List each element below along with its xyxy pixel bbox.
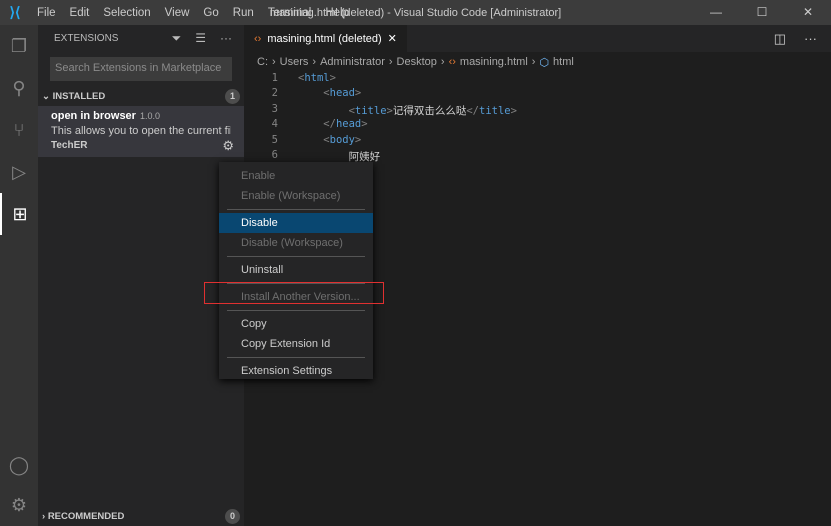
filter-icon[interactable]: ⏷	[172, 31, 182, 46]
chevron-down-icon: ⌄	[42, 90, 53, 102]
installed-section-header[interactable]: ⌄ INSTALLED 1	[38, 86, 244, 106]
menu-help[interactable]: Help	[325, 7, 349, 19]
extension-search-input[interactable]: Search Extensions in Marketplace	[50, 57, 232, 81]
menu-go[interactable]: Go	[203, 7, 218, 19]
tab-masining-html[interactable]: ‹› masining.html (deleted) ✕	[244, 25, 407, 52]
context-menu-item-disable-workspace: Disable (Workspace)	[241, 237, 343, 249]
menu-edit[interactable]: Edit	[70, 7, 90, 19]
close-icon[interactable]: ✕	[785, 0, 831, 25]
account-icon[interactable]: ◯	[0, 444, 38, 486]
chevron-right-icon: ›	[440, 56, 445, 68]
menu-view[interactable]: View	[165, 7, 190, 19]
extension-version: 1.0.0	[139, 111, 160, 121]
extensions-sidebar: EXTENSIONS ⏷ ☰ ··· Search Extensions in …	[38, 25, 244, 526]
html-file-icon: ‹›	[448, 56, 456, 68]
breadcrumb-item[interactable]: Administrator	[320, 56, 385, 68]
recommended-count-badge: 0	[225, 508, 240, 524]
code-line: 4 </head>	[244, 118, 831, 133]
extensions-icon[interactable]: ⊞	[0, 193, 38, 235]
tab-label: masining.html (deleted)	[267, 32, 382, 45]
minimize-icon[interactable]: —	[693, 0, 739, 25]
menu-file[interactable]: File	[37, 7, 56, 19]
context-menu-item-enable: Enable	[241, 170, 276, 182]
code-line: 2 <head>	[244, 87, 831, 102]
manage-gear-icon[interactable]: ⚙	[222, 138, 234, 154]
context-menu-item-disable[interactable]: Disable	[219, 213, 373, 233]
html-file-icon: ‹›	[254, 32, 262, 45]
more-actions-icon[interactable]: ···	[220, 31, 232, 46]
extension-description: This allows you to open the current fil.…	[51, 125, 231, 137]
installed-count-badge: 1	[225, 88, 240, 104]
breadcrumb-item[interactable]: html	[553, 56, 574, 68]
element-icon: ⬡	[539, 56, 550, 69]
title-bar: ⟩⟨ File Edit Selection View Go Run Terminal Hel…	[0, 0, 831, 25]
breadcrumb: C: › Users › Administrator › Desktop › ‹› masinin…	[244, 52, 831, 72]
line-number: 1	[271, 72, 278, 84]
extension-name: open in browser	[51, 110, 136, 122]
clear-icon[interactable]: ☰	[195, 31, 206, 46]
context-menu-item-copy[interactable]: Copy	[219, 314, 373, 334]
breadcrumb-item[interactable]: Desktop	[397, 56, 437, 68]
menu-separator	[227, 256, 365, 257]
recommended-label: RECOMMENDED	[47, 510, 125, 522]
menu-separator	[227, 209, 365, 210]
more-actions-icon[interactable]: ···	[804, 31, 817, 46]
extension-item[interactable]: open in browser 1.0.0 This allows you to …	[38, 106, 244, 157]
breadcrumb-item[interactable]: C:	[257, 56, 268, 68]
code-text: </head>	[323, 118, 368, 131]
installed-label: INSTALLED	[52, 90, 106, 102]
search-icon[interactable]: ⚲	[0, 67, 38, 109]
menu-separator	[227, 310, 365, 311]
line-number: 5	[271, 133, 278, 146]
extension-author: TechER	[51, 140, 88, 151]
code-text: <head>	[323, 87, 362, 100]
breadcrumb-item[interactable]: Users	[280, 56, 309, 68]
code-line: 1 <html>	[244, 72, 831, 87]
menu-separator	[227, 357, 365, 358]
code-line: 5 <body>	[244, 134, 831, 149]
code-line: 3 <title>记得双击么么哒</title>	[244, 103, 831, 118]
chevron-right-icon: ›	[531, 56, 536, 68]
line-number: 2	[271, 87, 278, 100]
highlight-box	[204, 282, 384, 304]
chevron-right-icon: ›	[272, 56, 276, 68]
sidebar-title: EXTENSIONS	[54, 33, 119, 44]
chevron-right-icon: ›	[312, 56, 317, 68]
chevron-right-icon: ›	[388, 56, 393, 68]
recommended-section-header[interactable]: › RECOMMENDED 0	[38, 506, 244, 526]
menu-terminal[interactable]: Terminal	[268, 7, 311, 19]
menu-run[interactable]: Run	[233, 7, 254, 19]
maximize-icon[interactable]: ☐	[739, 0, 785, 25]
context-menu-item-extension-settings[interactable]: Extension Settings	[219, 361, 373, 381]
split-editor-icon[interactable]: ◫	[774, 31, 786, 47]
explorer-icon[interactable]: ❐	[0, 25, 38, 67]
menu-selection[interactable]: Selection	[103, 7, 150, 19]
source-control-icon[interactable]: ⑂	[0, 109, 38, 151]
breadcrumb-item[interactable]: masining.html	[460, 56, 528, 68]
settings-gear-icon[interactable]: ⚙	[0, 484, 38, 526]
run-debug-icon[interactable]: ▷	[0, 151, 38, 193]
line-number: 3	[271, 102, 278, 115]
context-menu-item-uninstall[interactable]: Uninstall	[219, 260, 373, 280]
context-menu-item-copy-extension-id[interactable]: Copy Extension Id	[219, 334, 373, 354]
context-menu: Enable Enable (Workspace) Disable Disable (…	[219, 162, 373, 379]
code-text: <title>记得双击么么哒</title>	[348, 104, 517, 117]
context-menu-item-enable-workspace: Enable (Workspace)	[241, 190, 341, 202]
code-editor[interactable]: 1 <html> 2 <head> 3 <title>记得双击么么哒</title> 4…	[244, 72, 831, 164]
code-text: <html>	[298, 72, 336, 84]
close-tab-icon[interactable]: ✕	[388, 32, 397, 45]
code-text: <body>	[323, 133, 362, 146]
line-number: 4	[271, 118, 278, 131]
vscode-logo-icon: ⟩⟨	[9, 4, 21, 20]
activity-bar: ❐ ⚲ ⑂ ▷ ⊞ ◯ ⚙	[0, 25, 38, 526]
menu-bar: File Edit Selection View Go Run Terminal Help	[30, 7, 356, 19]
